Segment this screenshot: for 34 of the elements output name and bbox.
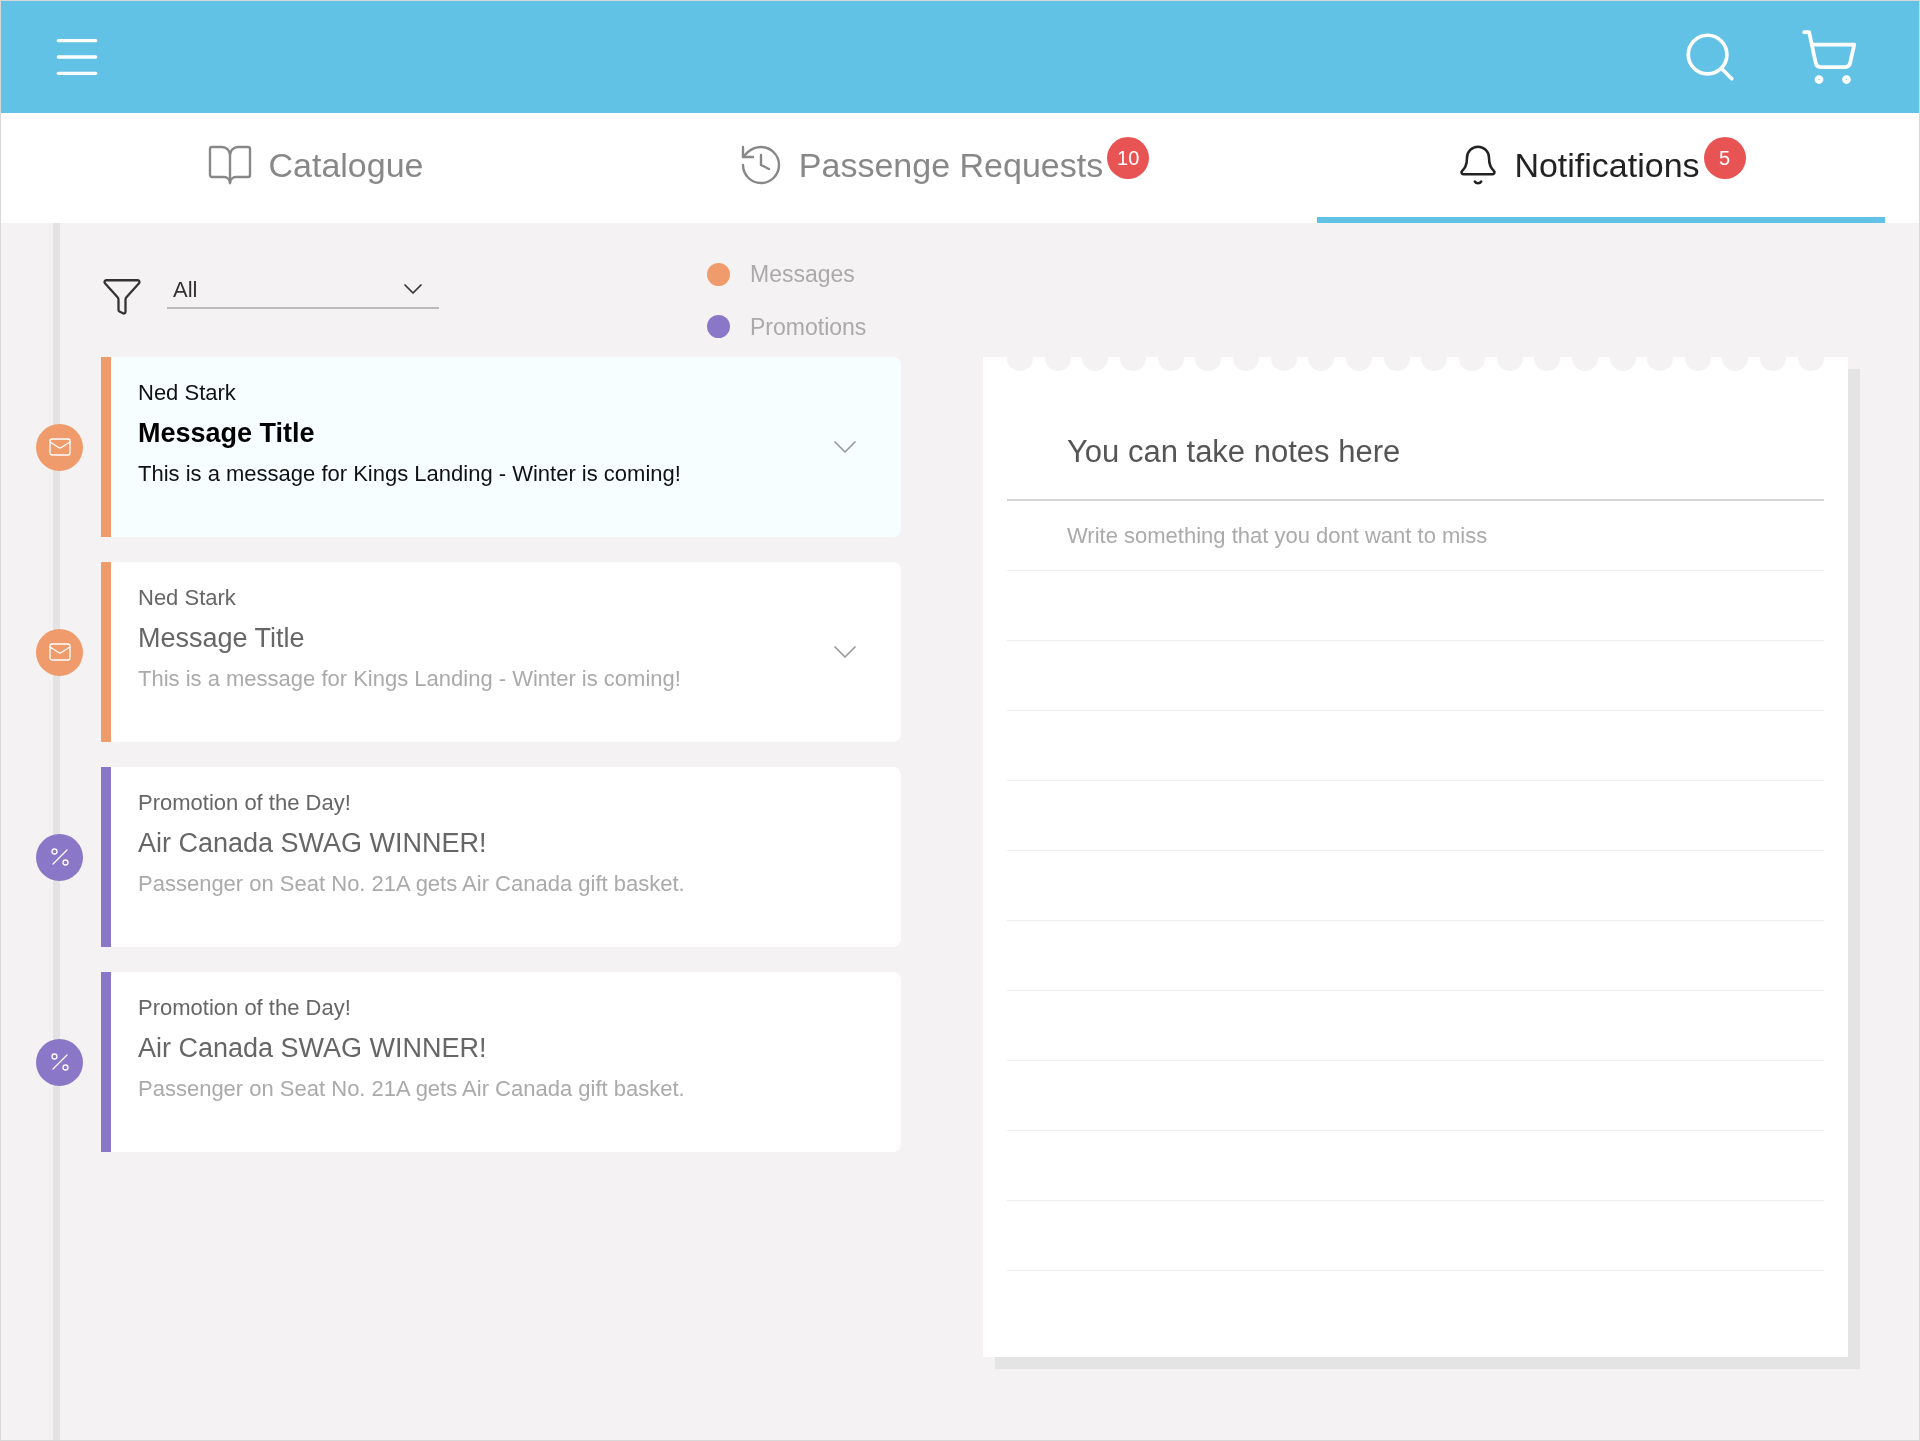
note-input[interactable]: Write something that you dont want to miss <box>1007 501 1824 571</box>
notification-body: Passenger on Seat No. 21A gets Air Canada gift basket. <box>138 1075 686 1104</box>
tab[interactable]: Catalogue <box>1 113 629 223</box>
notification-body: This is a message for Kings Landing - Winter is coming! <box>138 460 682 489</box>
tab-label: Notifications <box>1514 144 1700 186</box>
notification-card[interactable]: Promotion of the Day! Air Canada SWAG WINNER! Passenger on Seat No. 21A gets Air Canada gift basket. <box>101 767 901 947</box>
sender-name: Promotion of the Day! <box>138 993 352 1022</box>
percent-icon <box>36 1038 83 1086</box>
notification-card[interactable]: Ned Stark Message Title This is a message for Kings Landing - Winter is coming! <box>101 562 901 742</box>
notification-body: Passenger on Seat No. 21A gets Air Canada gift basket. <box>138 870 686 899</box>
count-badge: 10 <box>1107 137 1150 179</box>
sender-name: Ned Stark <box>138 583 237 612</box>
notification-title: Air Canada SWAG WINNER! <box>138 1031 488 1065</box>
tab[interactable]: Passenge Requests 10 <box>629 113 1257 223</box>
sender-name: Ned Stark <box>138 378 237 407</box>
notification-title: Air Canada SWAG WINNER! <box>138 826 488 860</box>
filter-dropdown[interactable]: All <box>167 271 439 309</box>
tab-label: Passenge Requests <box>798 144 1104 186</box>
notes-title: You can take notes here <box>1067 432 1401 471</box>
mail-icon <box>36 628 83 676</box>
count-badge: 5 <box>1703 137 1746 179</box>
cart-icon[interactable] <box>1799 27 1859 87</box>
notification-body: This is a message for Kings Landing - Winter is coming! <box>138 665 682 694</box>
legend-label: Promotions <box>750 312 867 342</box>
notification-title: Message Title <box>138 416 316 450</box>
notification-card[interactable]: Promotion of the Day! Air Canada SWAG WINNER! Passenger on Seat No. 21A gets Air Canada gift basket. <box>101 972 901 1152</box>
sender-name: Promotion of the Day! <box>138 788 352 817</box>
tab-label: Catalogue <box>268 144 424 186</box>
percent-icon <box>36 833 83 881</box>
mail-icon <box>36 423 83 471</box>
notification-title: Message Title <box>138 621 306 655</box>
notification-card[interactable]: Ned Stark Message Title This is a message for Kings Landing - Winter is coming! <box>101 357 901 537</box>
tab[interactable]: Notifications 5 <box>1317 113 1885 223</box>
legend-label: Messages <box>750 260 855 289</box>
